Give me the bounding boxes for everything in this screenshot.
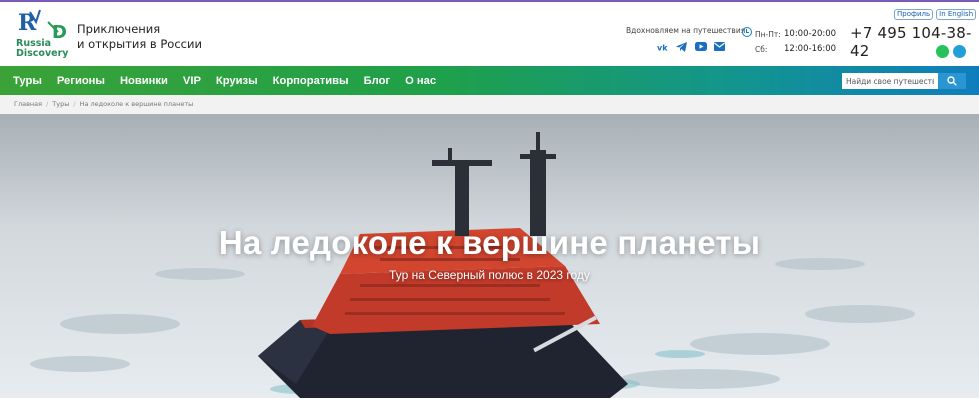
search-input[interactable] [842,73,938,89]
search-icon [947,76,957,86]
nav-item-about[interactable]: О нас [405,75,436,87]
nav-item-new[interactable]: Новинки [120,75,168,87]
hero-banner: На ледоколе к вершине планеты Тур на Сев… [0,114,979,398]
nav-item-vip[interactable]: VIP [183,75,201,87]
telegram-icon[interactable] [953,45,966,58]
tagline-line1: Приключения [77,22,161,36]
inspire-text: Вдохновляем на путешествия [626,26,746,35]
profile-link[interactable]: Профиль [894,9,934,20]
working-hours: Пн-Пт: 10:00-20:00 Сб: 12:00-16:00 [755,27,836,57]
tagline: Приключения и открытия в России [77,22,202,52]
nav-item-tours[interactable]: Туры [13,75,42,87]
search-box [842,73,966,89]
breadcrumb: Главная / Туры / На ледоколе к вершине п… [0,95,979,114]
nav-item-regions[interactable]: Регионы [57,75,105,87]
whatsapp-icon[interactable] [936,45,949,58]
hours-time: 12:00-16:00 [784,44,837,54]
svg-text:vk: vk [657,43,668,51]
english-link[interactable]: In English [936,9,977,20]
logo-text-line2: Discovery [16,48,69,59]
breadcrumb-separator: / [73,100,76,108]
youtube-icon[interactable] [694,40,707,53]
breadcrumb-separator: / [46,100,49,108]
breadcrumb-current: На ледоколе к вершине планеты [79,100,194,108]
tagline-line2: и открытия в России [77,37,202,51]
hours-days: Сб: [755,45,768,54]
mail-icon[interactable] [713,40,726,53]
breadcrumb-items: Главная / Туры / На ледоколе к вершине п… [14,100,193,108]
hours-weekdays: Пн-Пт: 10:00-20:00 [755,27,836,42]
header-links: Профиль In English [894,9,977,20]
nav-item-blog[interactable]: Блог [364,75,391,87]
hours-days: Пн-Пт: [755,30,781,39]
main-nav: Туры Регионы Новинки VIP Круизы Корпорат… [0,66,979,95]
nav-item-cruises[interactable]: Круизы [216,75,258,87]
nav-item-corporate[interactable]: Корпоративы [273,75,349,87]
hours-saturday: Сб: 12:00-16:00 [755,42,836,57]
svg-text:R: R [18,10,37,36]
page-bottom-band [0,398,979,420]
vk-icon[interactable]: vk [656,40,669,53]
hero-subtitle: Тур на Северный полюс в 2023 году [389,268,590,282]
hero-title: На ледоколе к вершине планеты [218,224,761,261]
logo-text: Russia Discovery [16,39,68,59]
telegram-icon[interactable] [675,40,688,53]
clock-icon [742,27,752,37]
social-links: vk [656,40,726,53]
hours-time: 10:00-20:00 [784,29,837,39]
search-button[interactable] [938,73,966,89]
nav-items: Туры Регионы Новинки VIP Круизы Корпорат… [13,66,436,95]
breadcrumb-tours[interactable]: Туры [52,100,69,108]
site-header: R D Russia Discovery Приключения и откры… [0,2,979,66]
breadcrumb-home[interactable]: Главная [14,100,42,108]
